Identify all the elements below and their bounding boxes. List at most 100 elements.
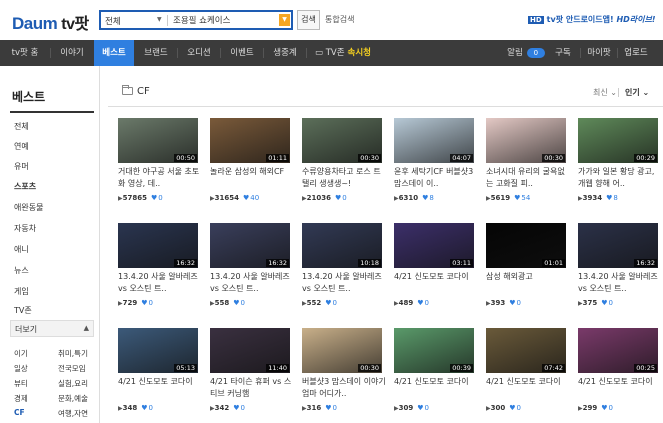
nav-audition[interactable]: 오디션 xyxy=(178,40,220,66)
sidebar-sub-item[interactable]: 일상 xyxy=(14,363,28,374)
video-title[interactable]: 4/21 타이슨 휴퍼 vs 스티브 커닝햄 xyxy=(210,376,294,400)
nav-tvzone[interactable]: ▭ TV존 속시청 xyxy=(310,40,376,66)
video-thumbnail[interactable]: 00:39 xyxy=(394,328,474,373)
sidebar-item-games[interactable]: 게임 xyxy=(14,286,29,297)
video-thumbnail[interactable]: 16:32 xyxy=(210,223,290,268)
video-title[interactable]: 놀라운 삼성의 해외CF xyxy=(210,166,294,190)
sort-popular-button[interactable]: 인기 ⌄ xyxy=(625,87,649,98)
video-title[interactable]: 거대한 야구공 서울 초토화 영상, 데.. xyxy=(118,166,202,190)
video-thumbnail[interactable]: 05:13 xyxy=(118,328,198,373)
video-card[interactable]: 00:29 가가와 일본 황당 광고, 개웹 향해 어.. ▶3934 ♥8 xyxy=(578,118,658,206)
video-title[interactable]: 13.4.20 사울 알바레즈 vs 오스틴 트.. xyxy=(118,271,202,295)
sidebar-sub-item[interactable]: 경제 xyxy=(14,393,28,404)
nav-best[interactable]: 베스트 xyxy=(94,40,134,66)
video-thumbnail[interactable]: 16:32 xyxy=(118,223,198,268)
video-title[interactable]: 4/21 신도모토 코다이 xyxy=(118,376,202,400)
video-title[interactable]: 4/21 신도모토 코다이 xyxy=(486,376,570,400)
nav-divider xyxy=(580,48,581,58)
video-title[interactable]: 4/21 신도모토 코다이 xyxy=(394,376,478,400)
sidebar-sub-item[interactable]: 실험,요리 xyxy=(58,378,88,389)
video-card[interactable]: 00:30 소녀시대 유리의 굴욕없는 고화질 피.. ▶5619 ♥54 xyxy=(486,118,566,206)
video-thumbnail[interactable]: 00:25 xyxy=(578,328,658,373)
video-card[interactable]: 00:39 4/21 신도모토 코다이 ▶309 ♥0 xyxy=(394,328,474,416)
video-card[interactable]: 00:25 4/21 신도모토 코다이 ▶299 ♥0 xyxy=(578,328,658,416)
nav-brand[interactable]: 브랜드 xyxy=(135,40,177,66)
search-input[interactable] xyxy=(173,13,277,27)
sort-recent-button[interactable]: 최신 ⌄ xyxy=(593,87,617,98)
video-title[interactable]: 13.4.20 사울 알바레즈 vs 오스틴 트.. xyxy=(210,271,294,295)
video-card[interactable]: 01:01 삼성 해외광고 ▶393 ♥0 xyxy=(486,223,566,311)
video-thumbnail[interactable]: 11:40 xyxy=(210,328,290,373)
sidebar-item-anime[interactable]: 애니 xyxy=(14,244,29,255)
sidebar-sub-item[interactable]: 전국모임 xyxy=(58,363,86,374)
sidebar-sub-item[interactable]: 문화,예술 xyxy=(58,393,88,404)
sidebar-item-humor[interactable]: 유머 xyxy=(14,161,29,172)
video-title[interactable]: 소녀시대 유리의 굴욕없는 고화질 피.. xyxy=(486,166,570,190)
nav-mypot[interactable]: 마이팟 xyxy=(583,40,615,66)
video-title[interactable]: 삼성 해외광고 xyxy=(486,271,570,295)
video-card[interactable]: 16:32 13.4.20 사울 알바레즈 vs 오스틴 트.. ▶729 ♥0 xyxy=(118,223,198,311)
nav-upload[interactable]: 업로드 xyxy=(620,40,652,66)
nav-alerts[interactable]: 알림 0 xyxy=(500,40,552,66)
sidebar-sub-item[interactable]: 뷰티 xyxy=(14,378,28,389)
video-thumbnail[interactable]: 01:01 xyxy=(486,223,566,268)
video-card[interactable]: 16:32 13.4.20 사울 알바레즈 vs 오스틴 트.. ▶375 ♥0 xyxy=(578,223,658,311)
video-title[interactable]: 버블샷3 맘스데이 이야기 엄마 어디가.. xyxy=(302,376,386,400)
sidebar-item-news[interactable]: 뉴스 xyxy=(14,265,29,276)
video-card[interactable]: 16:32 13.4.20 사울 알바레즈 vs 오스틴 트.. ▶558 ♥0 xyxy=(210,223,290,311)
sidebar-item-pets[interactable]: 애완동물 xyxy=(14,202,43,213)
video-card[interactable]: 00:30 버블샷3 맘스데이 이야기 엄마 어디가.. ▶316 ♥0 xyxy=(302,328,386,416)
like-icon: ♥ xyxy=(141,299,148,307)
like-count: 0 xyxy=(240,404,245,412)
sidebar-item-entertainment[interactable]: 연예 xyxy=(14,141,29,152)
video-thumbnail[interactable]: 10:18 xyxy=(302,223,382,268)
video-thumbnail[interactable]: 01:11 xyxy=(210,118,290,163)
sidebar-sub-item[interactable]: 여행,자연 xyxy=(58,408,88,419)
video-thumbnail[interactable]: 16:32 xyxy=(578,223,658,268)
video-title[interactable]: 4/21 신도모토 코다이 xyxy=(578,376,662,400)
video-card[interactable]: 04:07 윤후 세탁기CF 버블샷3 맘스데이 이.. ▶6310 ♥8 xyxy=(394,118,474,206)
video-title[interactable]: 가가와 일본 황당 광고, 개웹 향해 어.. xyxy=(578,166,662,190)
video-thumbnail[interactable]: 00:29 xyxy=(578,118,658,163)
nav-event[interactable]: 이벤트 xyxy=(221,40,263,66)
nav-story[interactable]: 이야기 xyxy=(51,40,93,66)
video-thumbnail[interactable]: 00:50 xyxy=(118,118,198,163)
video-card[interactable]: 03:11 4/21 신도모토 코다이 ▶489 ♥0 xyxy=(394,223,474,311)
video-title[interactable]: 13.4.20 사울 알바레즈 vs 오스틴 트.. xyxy=(578,271,662,295)
video-title[interactable]: 13.4.20 사울 알바레즈 vs 오스틴 트.. xyxy=(302,271,386,295)
video-title[interactable]: 윤후 세탁기CF 버블샷3 맘스데이 이.. xyxy=(394,166,478,190)
video-card[interactable]: 11:40 4/21 타이슨 휴퍼 vs 스티브 커닝햄 ▶342 ♥0 xyxy=(210,328,291,416)
video-thumbnail[interactable]: 00:30 xyxy=(302,328,382,373)
sidebar-item-all[interactable]: 전체 xyxy=(14,121,29,132)
sidebar-item-cars[interactable]: 자동차 xyxy=(14,223,36,234)
integrated-search-link[interactable]: 통합검색 xyxy=(325,14,354,25)
search-suggest-toggle-icon[interactable]: ▼ xyxy=(279,14,290,26)
video-thumbnail[interactable]: 00:30 xyxy=(486,118,566,163)
daum-tvpot-logo[interactable]: Daum tv팟 xyxy=(12,10,89,34)
sidebar-item-sports[interactable]: 스포츠 xyxy=(14,181,36,192)
video-card[interactable]: 00:30 수류양용차타고 로스 트 탤리 생생생~! ▶21036 ♥0 xyxy=(302,118,382,206)
video-card[interactable]: 01:11 놀라운 삼성의 해외CF ▶31654 ♥40 xyxy=(210,118,290,206)
video-title[interactable]: 수류양용차타고 로스 트 탤리 생생생~! xyxy=(302,166,386,190)
video-card[interactable]: 07:42 4/21 신도모토 코다이 ▶300 ♥0 xyxy=(486,328,566,416)
nav-tvpot-home[interactable]: tv팟 홈 xyxy=(0,40,50,66)
nav-subscribe[interactable]: 구독 xyxy=(550,40,576,66)
video-thumbnail[interactable]: 07:42 xyxy=(486,328,566,373)
sidebar-item-tvzone[interactable]: TV존 xyxy=(14,305,32,316)
video-thumbnail[interactable]: 04:07 xyxy=(394,118,474,163)
video-card[interactable]: 00:50 거대한 야구공 서울 초토화 영상, 데.. ▶57865 ♥0 xyxy=(118,118,199,206)
video-card[interactable]: 10:18 13.4.20 사울 알바레즈 vs 오스틴 트.. ▶552 ♥0 xyxy=(302,223,382,311)
search-button[interactable]: 검색 xyxy=(297,10,320,30)
android-app-promo[interactable]: HD tv팟 안드로이드앱! HD라이브! xyxy=(528,14,656,25)
nav-live[interactable]: 생중계 xyxy=(264,40,306,66)
video-card[interactable]: 05:13 4/21 신도모토 코다이 ▶348 ♥0 xyxy=(118,328,198,416)
sidebar-more-toggle[interactable]: 더보기 ▲ xyxy=(10,320,94,337)
sidebar-sub-item[interactable]: 이기 xyxy=(14,348,28,359)
chevron-down-icon[interactable]: ▼ xyxy=(157,16,162,23)
video-thumbnail[interactable]: 03:11 xyxy=(394,223,474,268)
search-category-select[interactable]: 전체 xyxy=(105,15,121,27)
video-title[interactable]: 4/21 신도모토 코다이 xyxy=(394,271,478,295)
sidebar-sub-item[interactable]: 취미,특기 xyxy=(58,348,88,359)
sidebar-sub-item-cf[interactable]: CF xyxy=(14,408,25,417)
video-thumbnail[interactable]: 00:30 xyxy=(302,118,382,163)
